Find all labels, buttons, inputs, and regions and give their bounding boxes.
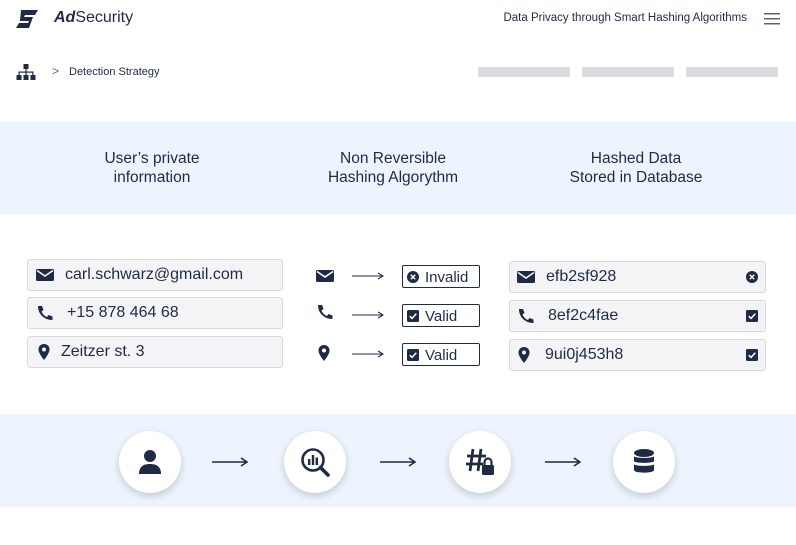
hamburger-menu-icon[interactable] [764,12,780,26]
input-phone-text: +15 878 464 68 [67,304,179,321]
phone-icon [519,309,534,323]
arrow-right-icon [352,311,384,319]
flow-step-user[interactable] [119,431,181,493]
arrow-right-icon [212,457,248,467]
phone-icon [38,306,53,320]
x-circle-icon [407,271,419,283]
arrow-right-icon [380,457,416,467]
hash-text: 8ef2c4fae [548,307,619,324]
breadcrumb-separator: > [52,64,60,78]
map-pin-icon [318,345,330,361]
input-email-text: carl.schwarz@gmail.com [65,266,244,283]
hash-text: efb2sf928 [546,268,617,285]
top-bar: AdSecurity Data Privacy through Smart Ha… [0,0,796,40]
user-icon [139,450,161,474]
status-text: Invalid [425,269,469,286]
input-email[interactable]: carl.schwarz@gmail.com [27,259,283,291]
envelope-icon [517,271,535,283]
brand-name[interactable]: AdSecurity [54,9,133,27]
column-title-hashing: Non Reversible Hashing Algorythm [327,150,459,186]
tagline: Data Privacy through Smart Hashing Algor… [503,12,747,24]
process-flow-band [0,414,796,507]
arrow-right-icon [545,457,581,467]
flow-step-hash[interactable] [449,431,511,493]
flow-step-analyze[interactable] [284,431,346,493]
sitemap-icon[interactable] [16,64,36,80]
magnify-chart-icon [301,448,330,477]
input-address-text: Zeitzer st. 3 [61,343,145,360]
envelope-icon [36,269,54,281]
status-badge-valid: Valid [402,304,480,327]
arrow-right-icon [352,272,384,280]
skeleton-placeholder [582,67,674,77]
skeleton-placeholder [686,67,778,77]
x-circle-icon [746,271,758,283]
hash-value-email[interactable]: efb2sf928 [509,261,766,293]
checkbox-checked-icon [407,310,419,322]
checkbox-checked-icon [746,310,758,322]
input-phone[interactable]: +15 878 464 68 [27,297,283,329]
breadcrumb-current[interactable]: Detection Strategy [69,66,160,78]
input-address[interactable]: Zeitzer st. 3 [27,336,283,368]
status-text: Valid [425,347,458,364]
arrow-right-icon [352,350,384,358]
column-title-private-info: User’s private information [104,150,200,186]
phone-icon [318,305,333,319]
column-title-hashed-data: Hashed Data Stored in Database [569,150,703,186]
hash-value-address[interactable]: 9ui0j453h8 [509,339,766,371]
checkbox-checked-icon [407,349,419,361]
hash-value-phone[interactable]: 8ef2c4fae [509,300,766,332]
checkbox-checked-icon [746,349,758,361]
map-pin-icon [518,347,530,363]
breadcrumb: > Detection Strategy [0,58,796,88]
envelope-icon [316,270,334,282]
hash-lock-icon [466,448,494,475]
skeleton-placeholder [478,67,570,77]
map-pin-icon [38,344,50,360]
status-badge-invalid: Invalid [402,265,480,288]
hash-text: 9ui0j453h8 [545,346,624,363]
database-icon [634,449,654,473]
column-header-band: User’s private information Non Reversibl… [0,122,796,214]
status-badge-valid: Valid [402,343,480,366]
adsecurity-logo-icon[interactable] [16,10,38,28]
status-text: Valid [425,308,458,325]
flow-step-database[interactable] [613,431,675,493]
